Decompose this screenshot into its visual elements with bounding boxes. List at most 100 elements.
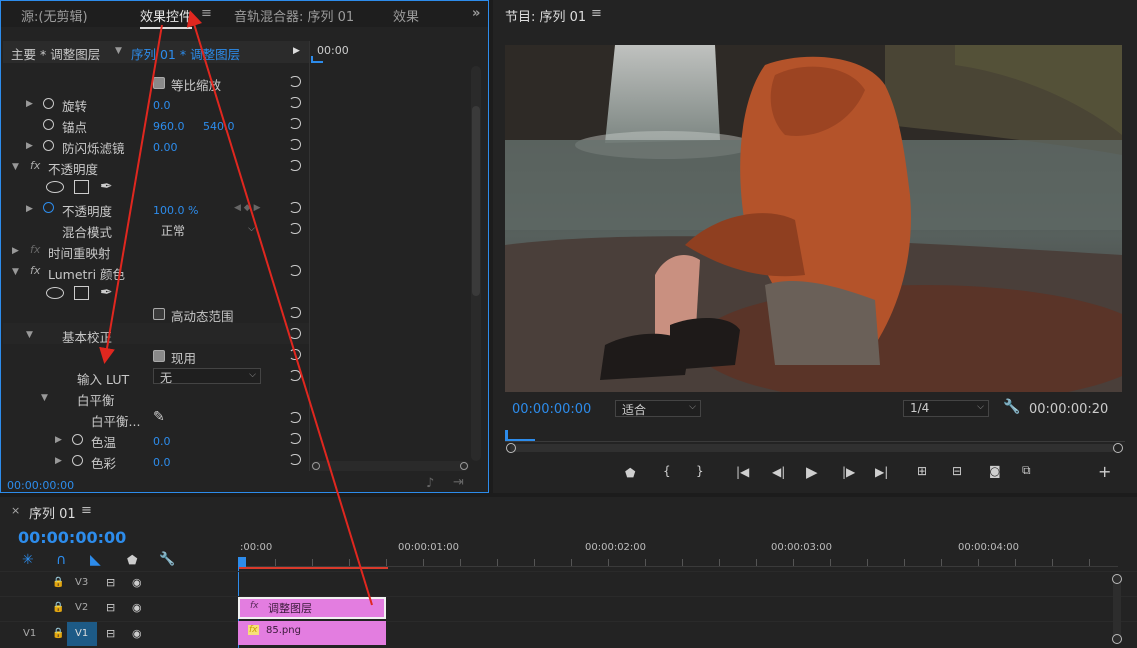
add-marker-icon[interactable]: ⬟: [625, 466, 635, 480]
antiflicker-value[interactable]: 0.00: [153, 141, 178, 154]
blend-mode-dropdown[interactable]: 正常 ⌵: [153, 222, 259, 238]
reset-icon[interactable]: [289, 118, 301, 129]
linked-selection-icon[interactable]: ∩: [56, 552, 66, 568]
uniform-scale-checkbox[interactable]: [153, 77, 165, 89]
zoom-handle-right[interactable]: [1113, 443, 1123, 453]
rectangle-mask-icon[interactable]: [74, 180, 89, 194]
sync-lock-icon[interactable]: ⊟: [106, 627, 115, 640]
input-lut-dropdown[interactable]: 无 ⌵: [153, 368, 261, 385]
fx-badge-icon[interactable]: fx: [30, 243, 40, 256]
monitor-zoom-bar[interactable]: [510, 444, 1115, 452]
go-to-out-icon[interactable]: ▶|: [875, 465, 888, 479]
zoom-handle-left[interactable]: [506, 443, 516, 453]
scroll-handle-right[interactable]: [460, 462, 468, 470]
step-back-icon[interactable]: ◀|: [772, 465, 785, 479]
video-frame[interactable]: [505, 45, 1122, 392]
work-area-bar[interactable]: [238, 567, 388, 569]
rectangle-mask-icon[interactable]: [74, 286, 89, 300]
tab-effect-controls[interactable]: 效果控件: [140, 6, 193, 29]
panel-menu-icon[interactable]: ≡: [81, 503, 92, 518]
sequence-clip-label[interactable]: 序列 01 * 调整图层: [131, 44, 240, 63]
reset-icon[interactable]: [289, 412, 301, 423]
timeline-settings-wrench-icon[interactable]: 🔧: [159, 552, 175, 567]
stopwatch-icon[interactable]: [43, 119, 54, 130]
fx-badge-icon[interactable]: fx: [30, 264, 40, 277]
reset-icon[interactable]: [289, 307, 301, 318]
reset-icon[interactable]: [289, 349, 301, 360]
tab-audio-mixer[interactable]: 音轨混合器: 序列 01: [234, 6, 354, 25]
track-name[interactable]: V1: [75, 628, 88, 639]
scroll-handle-bottom[interactable]: [1112, 634, 1122, 644]
sync-lock-icon[interactable]: ⊟: [106, 576, 115, 589]
expand-arrow-icon[interactable]: ▶: [55, 456, 62, 466]
anchor-x-value[interactable]: 960.0: [153, 120, 185, 133]
timeline-ruler[interactable]: [238, 559, 1118, 567]
monitor-ruler[interactable]: [505, 428, 1125, 442]
reset-icon[interactable]: [289, 454, 301, 465]
add-button-icon[interactable]: +: [1098, 462, 1111, 481]
mark-in-icon[interactable]: {: [663, 464, 671, 478]
resolution-dropdown[interactable]: 1/4 ⌵: [903, 400, 989, 417]
eyedropper-icon[interactable]: ✎: [153, 409, 165, 425]
hdr-checkbox[interactable]: [153, 308, 165, 320]
fit-dropdown[interactable]: 适合 ⌵: [615, 400, 701, 417]
reset-icon[interactable]: [289, 265, 301, 276]
lock-icon[interactable]: 🔒: [52, 577, 64, 588]
timeline-playhead-head[interactable]: [238, 557, 246, 567]
stopwatch-icon[interactable]: [72, 434, 83, 445]
panel-menu-icon[interactable]: ≡: [591, 6, 602, 21]
lock-icon[interactable]: 🔒: [52, 628, 64, 639]
opacity-value[interactable]: 100.0 %: [153, 204, 198, 217]
stopwatch-icon[interactable]: [43, 202, 54, 213]
mark-out-icon[interactable]: }: [696, 464, 704, 478]
timeline-vertical-scrollbar[interactable]: [1113, 575, 1121, 643]
scroll-thumb[interactable]: [472, 106, 480, 296]
export-frame-camera-icon[interactable]: ◙: [989, 464, 1001, 478]
stopwatch-icon[interactable]: [72, 455, 83, 466]
expand-arrow-icon[interactable]: ▶: [26, 141, 33, 151]
present-checkbox[interactable]: [153, 350, 165, 362]
wrench-icon[interactable]: 🔧: [1003, 399, 1020, 415]
image-clip[interactable]: fx 85.png: [238, 621, 386, 645]
horizontal-scrollbar[interactable]: [311, 461, 469, 471]
expand-arrow-icon[interactable]: ▶: [55, 435, 62, 445]
reset-icon[interactable]: [289, 223, 301, 234]
pen-mask-icon[interactable]: ✒: [100, 283, 113, 301]
reset-icon[interactable]: [289, 139, 301, 150]
reset-icon[interactable]: [289, 202, 301, 213]
play-icon[interactable]: ▶: [806, 463, 818, 481]
anchor-y-value[interactable]: 540.0: [203, 120, 235, 133]
master-clip-label[interactable]: 主要 * 调整图层: [11, 44, 100, 63]
lift-icon[interactable]: ⊞: [917, 464, 927, 478]
export-icon[interactable]: ⇥: [453, 475, 464, 490]
expand-arrow-icon[interactable]: ▶: [26, 99, 33, 109]
temperature-value[interactable]: 0.0: [153, 435, 171, 448]
track-name[interactable]: V3: [75, 577, 88, 588]
rotation-value[interactable]: 0.0: [153, 99, 171, 112]
tint-value[interactable]: 0.0: [153, 456, 171, 469]
eye-icon[interactable]: ◉: [132, 627, 142, 640]
overflow-tabs-icon[interactable]: »: [472, 6, 480, 21]
collapse-arrow-icon[interactable]: ▼: [41, 393, 48, 403]
expand-arrow-icon[interactable]: ▶: [26, 204, 33, 214]
ellipse-mask-icon[interactable]: [46, 181, 64, 193]
fx-badge-icon[interactable]: fx: [30, 159, 40, 172]
program-timecode[interactable]: 00:00:00:00: [512, 402, 591, 417]
reset-icon[interactable]: [289, 328, 301, 339]
marker-icon[interactable]: ⬟: [127, 553, 137, 567]
reset-icon[interactable]: [289, 76, 301, 87]
panel-menu-icon[interactable]: ≡: [201, 6, 212, 21]
snap-icon[interactable]: ✳: [22, 552, 34, 568]
add-marker-timeline-icon[interactable]: ◣: [90, 552, 101, 568]
stopwatch-icon[interactable]: [43, 98, 54, 109]
reset-icon[interactable]: [289, 160, 301, 171]
chevron-down-icon[interactable]: ▼: [115, 46, 122, 56]
timeline-timecode[interactable]: 00:00:00:00: [18, 528, 126, 547]
tab-effects[interactable]: 效果: [393, 6, 419, 25]
reset-icon[interactable]: [289, 433, 301, 444]
footer-timecode[interactable]: 00:00:00:00: [7, 479, 74, 492]
scroll-handle-left[interactable]: [312, 462, 320, 470]
adjustment-layer-clip[interactable]: fx 调整图层: [238, 597, 386, 619]
step-forward-icon[interactable]: |▶: [842, 465, 855, 479]
go-to-in-icon[interactable]: |◀: [736, 465, 749, 479]
